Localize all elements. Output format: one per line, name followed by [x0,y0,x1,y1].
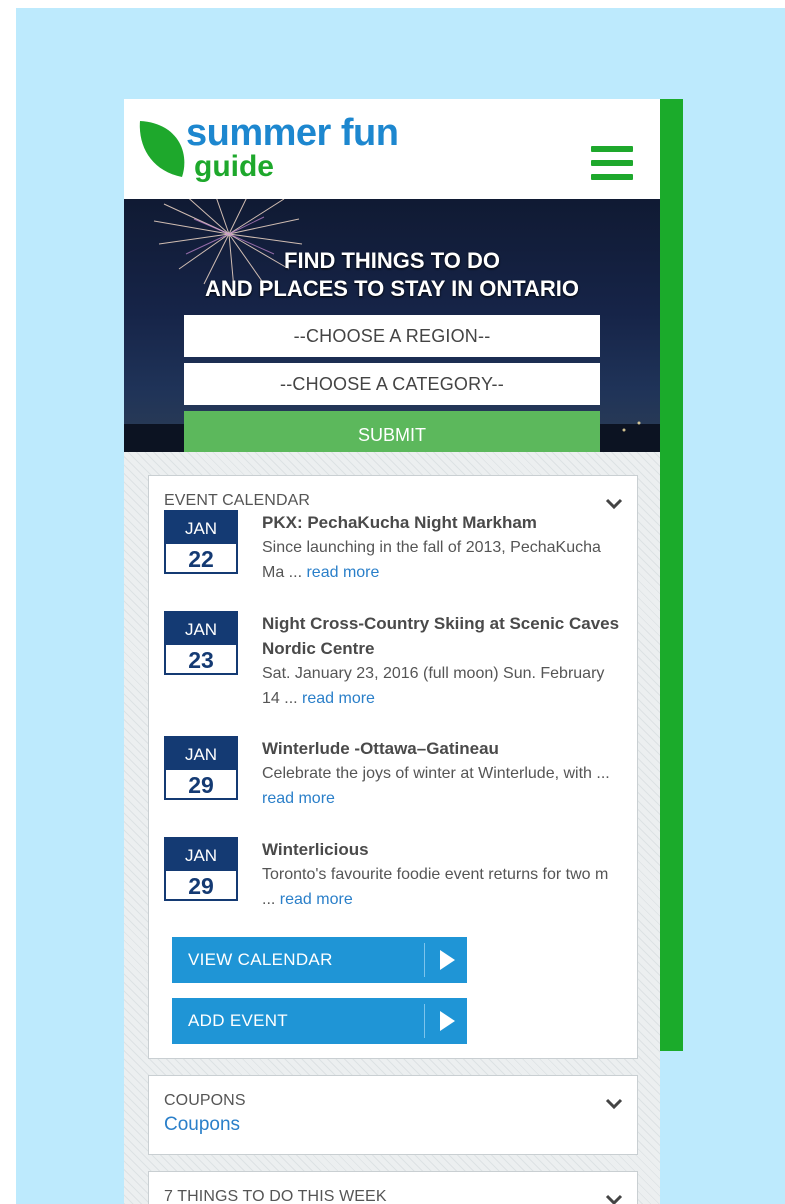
event-month: JAN [166,613,236,645]
things-to-do-title: 7 THINGS TO DO THIS WEEK [164,1188,387,1204]
play-arrow-icon [440,950,455,970]
chevron-down-icon[interactable] [605,498,623,510]
event-date-badge: JAN 29 [164,736,238,800]
side-accent-bar [660,99,683,1051]
coupons-link[interactable]: Coupons [164,1114,240,1136]
hamburger-menu-icon[interactable] [591,146,633,180]
region-select[interactable]: --CHOOSE A REGION-- [184,315,600,357]
event-month: JAN [166,512,236,544]
event-day: 23 [188,647,214,673]
coupons-title: COUPONS [164,1092,246,1109]
add-event-label: ADD EVENT [188,1011,288,1030]
event-item: JAN 22 PKX: PechaKucha Night Markham Sin… [164,510,614,594]
event-date-badge: JAN 23 [164,611,238,675]
event-item: JAN 29 Winterlude -Ottawa–Gatineau Celeb… [164,736,614,820]
read-more-link[interactable]: read more [302,690,375,707]
view-calendar-label: VIEW CALENDAR [188,950,333,969]
event-month: JAN [166,738,236,770]
event-excerpt: Celebrate the joys of winter at Winterlu… [262,765,610,782]
read-more-link[interactable]: read more [262,790,335,807]
event-calendar-title: EVENT CALENDAR [164,492,311,509]
event-month: JAN [166,839,236,871]
event-item: JAN 29 Winterlicious Toronto's favourite… [164,837,614,921]
hero-heading-line1: FIND THINGS TO DO [284,248,500,273]
event-title[interactable]: PKX: PechaKucha Night Markham [262,510,622,535]
event-calendar-card: EVENT CALENDAR JAN 22 PKX: PechaKucha Ni… [148,475,638,1059]
event-date-badge: JAN 22 [164,510,238,574]
hero-heading-line2: AND PLACES TO STAY IN ONTARIO [204,276,580,301]
hero-heading: FIND THINGS TO DO AND PLACES TO STAY IN … [124,247,660,303]
add-event-button[interactable]: ADD EVENT [172,998,467,1044]
event-date-badge: JAN 29 [164,837,238,901]
coupons-card: COUPONS Coupons [148,1075,638,1155]
event-day: 29 [188,873,214,899]
chevron-down-icon[interactable] [605,1194,623,1204]
leaf-logo-icon [139,121,185,177]
button-divider [424,943,425,977]
site-header: summer fun guide [124,99,660,199]
event-item: JAN 23 Night Cross-Country Skiing at Sce… [164,611,619,721]
play-arrow-icon [440,1011,455,1031]
button-divider [424,1004,425,1038]
category-select[interactable]: --CHOOSE A CATEGORY-- [184,363,600,405]
event-title[interactable]: Winterlicious [262,837,622,862]
things-to-do-card: 7 THINGS TO DO THIS WEEK [148,1171,638,1204]
logo-text-guide[interactable]: guide [194,149,274,185]
event-title[interactable]: Night Cross-Country Skiing at Scenic Cav… [262,611,622,661]
view-calendar-button[interactable]: VIEW CALENDAR [172,937,467,983]
event-title[interactable]: Winterlude -Ottawa–Gatineau [262,736,622,761]
submit-button[interactable]: SUBMIT [184,411,600,452]
event-day: 22 [188,546,214,572]
read-more-link[interactable]: read more [306,564,379,581]
read-more-link[interactable]: read more [280,891,353,908]
mobile-page: summer fun guide FIND THINGS TO DO AND P… [124,99,660,1204]
event-day: 29 [188,772,214,798]
chevron-down-icon[interactable] [605,1098,623,1110]
hero-search-banner: FIND THINGS TO DO AND PLACES TO STAY IN … [124,199,660,452]
